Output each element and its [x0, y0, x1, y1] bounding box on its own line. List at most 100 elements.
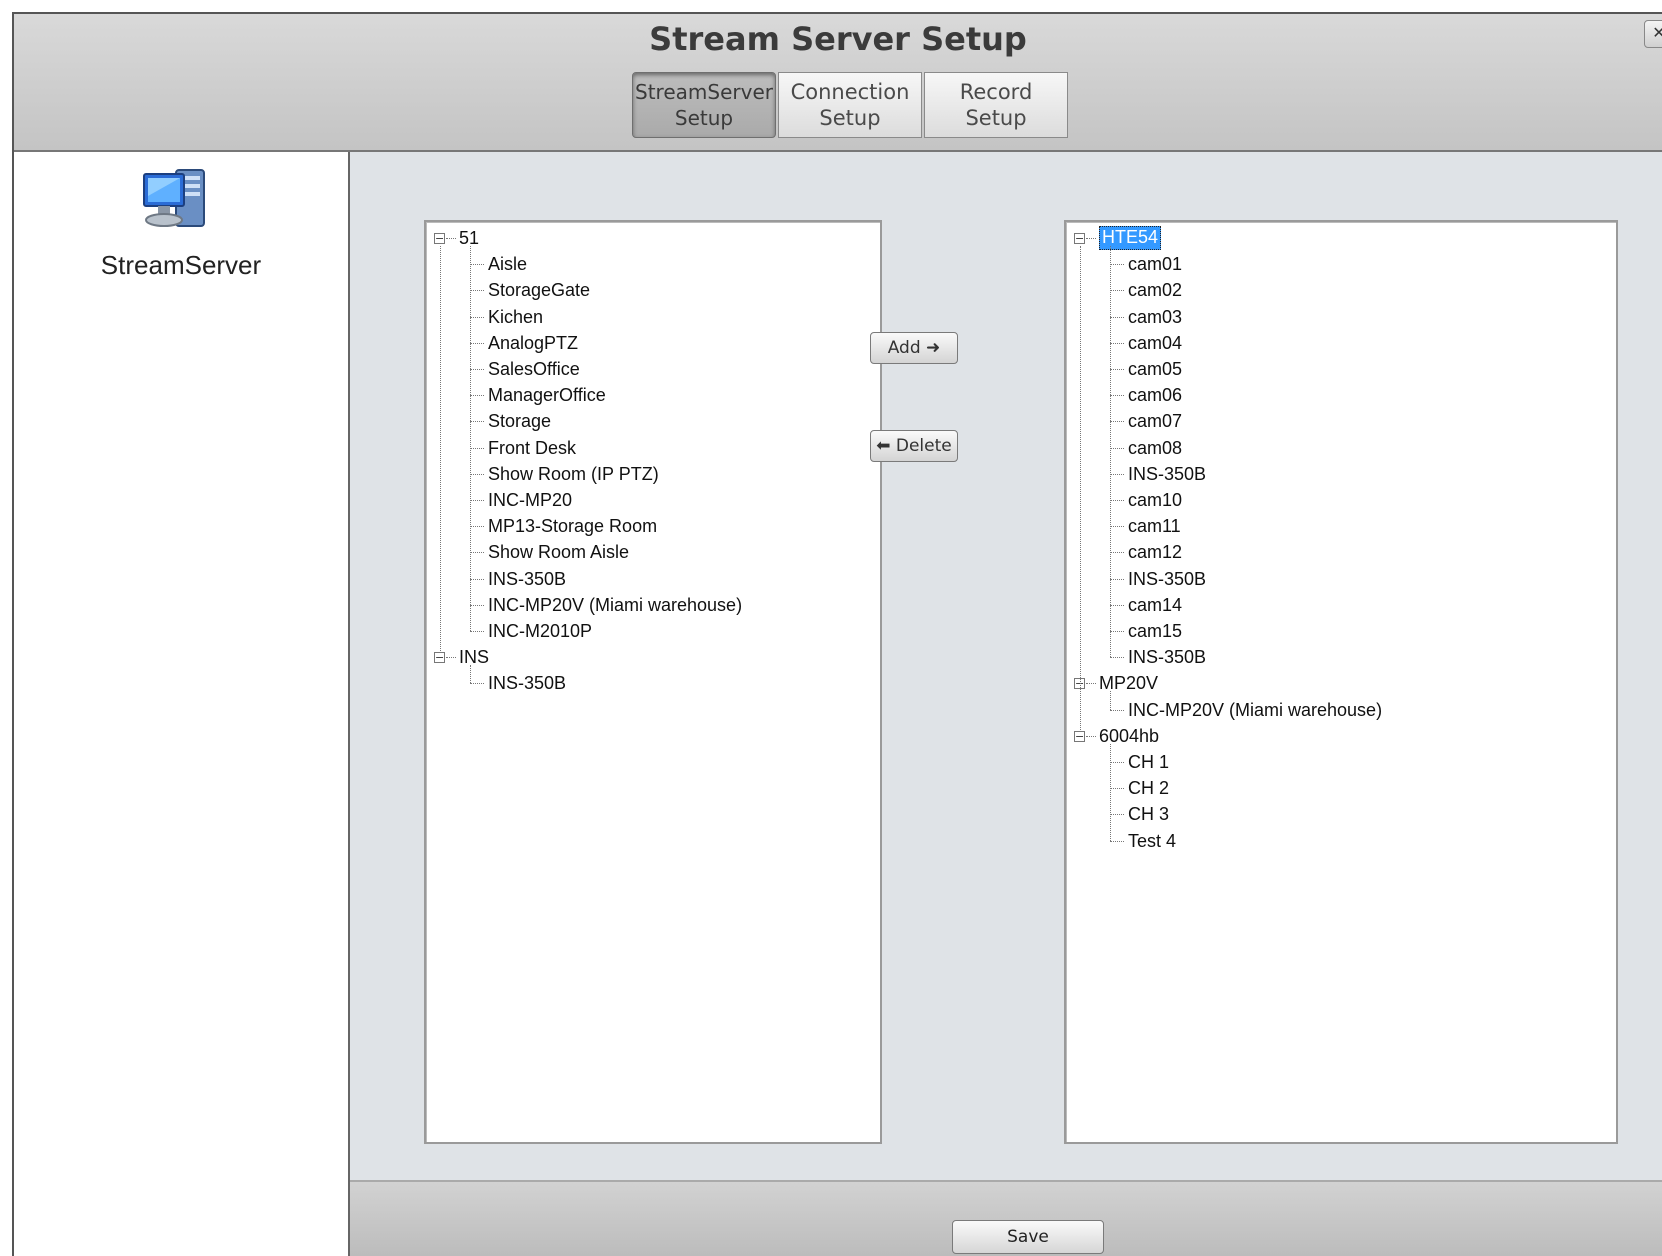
available-cameras-tree[interactable]: −51 Aisle StorageGate Kichen AnalogPTZ SalesO… [424, 220, 882, 1144]
tree-expander-icon[interactable]: − [434, 233, 445, 244]
tree-leaf-node[interactable]: INC-MP20 [488, 488, 572, 512]
tree-connector [1110, 369, 1124, 370]
tree-connector [470, 500, 484, 501]
window-title: Stream Server Setup [649, 20, 1027, 58]
tree-group-node[interactable]: 6004hb [1099, 724, 1159, 748]
tree-connector [1110, 500, 1124, 501]
main-panel: −51 Aisle StorageGate Kichen AnalogPTZ SalesO… [350, 152, 1662, 1256]
tree-connector [1110, 447, 1124, 449]
tree-leaf-node[interactable]: cam07 [1128, 409, 1182, 433]
tree-connector [1110, 631, 1124, 632]
tree-leaf-node[interactable]: Show Room (IP PTZ) [488, 462, 659, 486]
tree-leaf-node[interactable]: CH 3 [1128, 802, 1169, 826]
tree-leaf-node[interactable]: cam14 [1128, 593, 1182, 617]
tree-leaf-node[interactable]: INC-MP20V (Miami warehouse) [1128, 698, 1382, 722]
tree-connector [1110, 788, 1124, 790]
tree-connector [1110, 552, 1124, 554]
tree-connector [1110, 814, 1124, 816]
delete-button[interactable]: ⬅ Delete [870, 430, 958, 462]
tree-leaf-node[interactable]: INS-350B [488, 671, 566, 695]
tree-leaf-node[interactable]: cam03 [1128, 305, 1182, 329]
tree-connector [1110, 264, 1124, 266]
tree-leaf-node[interactable]: INS-350B [1128, 645, 1206, 669]
tree-leaf-node[interactable]: CH 1 [1128, 750, 1169, 774]
tree-leaf-node[interactable]: SalesOffice [488, 357, 580, 381]
tree-connector [470, 290, 484, 292]
tree-connector [1110, 421, 1124, 423]
tree-connector [470, 631, 484, 632]
tree-group-node[interactable]: HTE54 [1099, 226, 1162, 250]
tree-leaf-node[interactable]: Front Desk [488, 436, 576, 460]
tab-connection-setup[interactable]: Connection Setup [778, 72, 922, 138]
tab-bar: StreamServer Setup Connection Setup Reco… [632, 72, 1070, 140]
tree-connector [440, 246, 441, 654]
tree-connector [470, 665, 471, 684]
stream-server-setup-window: Stream Server Setup ✕ StreamServer Setup… [12, 12, 1662, 1256]
tree-connector [470, 395, 484, 397]
tree-leaf-node[interactable]: INS-350B [488, 567, 566, 591]
sidebar-item-streamserver[interactable]: StreamServer [14, 250, 348, 281]
tree-leaf-node[interactable]: cam05 [1128, 357, 1182, 381]
tree-leaf-node[interactable]: INS-350B [1128, 462, 1206, 486]
tree-connector [470, 683, 484, 685]
tree-connector [470, 246, 471, 631]
footer-bar: Save [350, 1180, 1662, 1256]
tree-leaf-node[interactable]: cam01 [1128, 252, 1182, 276]
save-button[interactable]: Save [952, 1220, 1104, 1254]
tree-leaf-node[interactable]: cam04 [1128, 331, 1182, 355]
add-button[interactable]: Add ➜ [870, 332, 958, 364]
tree-leaf-node[interactable]: cam10 [1128, 488, 1182, 512]
tree-connector [470, 342, 484, 344]
tree-leaf-node[interactable]: cam02 [1128, 278, 1182, 302]
tree-connector [1086, 238, 1096, 239]
tree-leaf-node[interactable]: INC-M2010P [488, 619, 592, 643]
tree-leaf-node[interactable]: Storage [488, 409, 551, 433]
tree-leaf-node[interactable]: cam08 [1128, 436, 1182, 460]
tree-expander-icon[interactable]: − [1074, 730, 1085, 742]
close-button[interactable]: ✕ [1644, 20, 1662, 48]
tree-leaf-node[interactable]: INC-MP20V (Miami warehouse) [488, 593, 742, 617]
tree-connector [470, 316, 484, 318]
tree-connector [1110, 709, 1124, 711]
tree-connector [1086, 735, 1096, 737]
tree-leaf-node[interactable]: Aisle [488, 252, 527, 276]
header-bar: Stream Server Setup ✕ StreamServer Setup… [14, 14, 1662, 152]
tree-connector [1110, 395, 1124, 397]
tree-leaf-node[interactable]: cam06 [1128, 383, 1182, 407]
tree-group-node[interactable]: INS [459, 645, 489, 669]
tree-leaf-node[interactable]: cam11 [1128, 514, 1181, 538]
tree-connector [1110, 840, 1124, 842]
tree-connector [1110, 526, 1124, 528]
tree-leaf-node[interactable]: ManagerOffice [488, 383, 606, 407]
tree-connector [1086, 683, 1096, 685]
tree-leaf-node[interactable]: MP13-Storage Room [488, 514, 657, 538]
tree-connector [1110, 657, 1124, 659]
assigned-cameras-tree[interactable]: − HTE54 cam01 cam02 cam03 cam04 cam05 cam06 cam0… [1064, 220, 1618, 1144]
tree-connector [1110, 691, 1111, 710]
tree-connector [1110, 604, 1124, 606]
tree-leaf-node[interactable]: AnalogPTZ [488, 331, 578, 355]
tree-expander-icon[interactable]: − [1074, 233, 1085, 244]
tree-leaf-node[interactable]: cam12 [1128, 540, 1182, 564]
tree-connector [470, 421, 484, 423]
tree-leaf-node[interactable]: CH 2 [1128, 776, 1169, 800]
tab-streamserver-setup[interactable]: StreamServer Setup [632, 72, 776, 138]
tree-connector [1110, 578, 1124, 580]
tree-leaf-node[interactable]: Show Room Aisle [488, 540, 629, 564]
tree-leaf-node[interactable]: INS-350B [1128, 567, 1206, 591]
tree-connector [470, 604, 484, 606]
tree-leaf-node[interactable]: Kichen [488, 305, 543, 329]
tree-connector [470, 473, 484, 475]
tree-connector [470, 552, 484, 554]
tree-leaf-node[interactable]: StorageGate [488, 278, 590, 302]
tab-record-setup[interactable]: Record Setup [924, 72, 1068, 138]
tree-connector [1080, 246, 1081, 732]
sidebar: StreamServer [14, 152, 350, 1256]
tree-leaf-node[interactable]: cam15 [1128, 619, 1182, 643]
tree-group-node[interactable]: MP20V [1099, 671, 1158, 695]
tree-connector [470, 447, 484, 449]
tree-connector [1110, 316, 1124, 318]
computer-server-icon[interactable] [140, 166, 212, 234]
tree-expander-icon[interactable]: − [434, 652, 445, 664]
tree-leaf-node[interactable]: Test 4 [1128, 829, 1176, 853]
